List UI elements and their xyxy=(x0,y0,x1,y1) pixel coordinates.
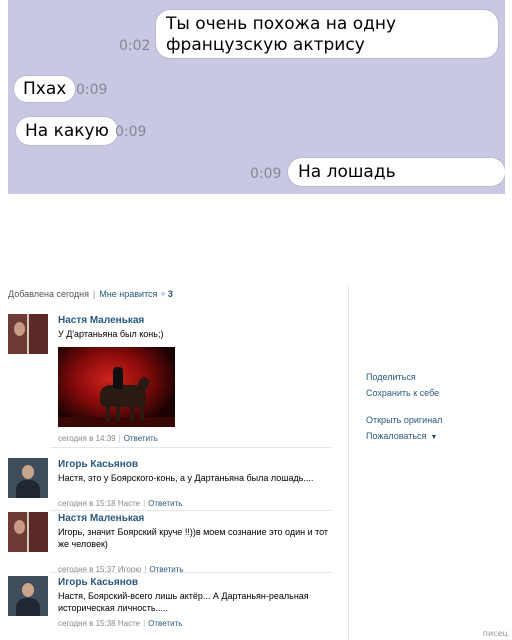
reply-link[interactable]: Ответить xyxy=(148,619,182,628)
comment-footer: сегодня в 15:18 Насте | Ответить xyxy=(58,499,183,508)
watermark: писец xyxy=(482,629,508,638)
message-time: 0:09 xyxy=(76,82,108,98)
comment-text: Настя, Боярский-всего лишь актёр... А Да… xyxy=(58,591,309,613)
comment-footer: сегодня в 14:39 | Ответить xyxy=(58,434,158,443)
post-meta: Добавлена сегодня | Мне нравится ♥ 3 xyxy=(8,289,173,299)
share-link[interactable]: Поделиться xyxy=(366,372,416,382)
comment-author[interactable]: Настя Маленькая xyxy=(58,513,144,524)
comment-reply-to[interactable]: Насте xyxy=(118,499,140,508)
comment-reply-to[interactable]: Насте xyxy=(118,619,140,628)
comment-date: сегодня в 15:38 xyxy=(58,619,116,628)
comment-author[interactable]: Настя Маленькая xyxy=(58,315,144,326)
open-original-link[interactable]: Открыть оригинал xyxy=(366,415,442,425)
chat-screenshot: Ты очень похожа на одну французскую актр… xyxy=(8,0,505,194)
comment-author[interactable]: Игорь Касьянов xyxy=(58,577,138,588)
added-date: Добавлена сегодня xyxy=(8,289,89,299)
save-link[interactable]: Сохранить к себе xyxy=(366,388,439,398)
report-link[interactable]: Пожаловаться ▼ xyxy=(366,431,437,441)
message-bubble: Ты очень похожа на одну французскую актр… xyxy=(156,10,498,58)
report-label[interactable]: Пожаловаться xyxy=(366,431,426,441)
message-bubble: На какую xyxy=(16,117,118,145)
message-time: 0:09 xyxy=(250,166,282,182)
avatar[interactable] xyxy=(8,576,48,616)
divider xyxy=(50,510,332,511)
message-time: 0:02 xyxy=(119,38,151,54)
comment-text: Игорь, значит Боярский круче !!))в моем … xyxy=(58,527,329,549)
avatar[interactable] xyxy=(8,314,48,354)
avatar[interactable] xyxy=(8,512,48,552)
divider xyxy=(50,572,332,573)
separator: | xyxy=(92,289,96,299)
like-count: 3 xyxy=(167,289,173,299)
heart-icon[interactable]: ♥ xyxy=(160,289,165,299)
social-post: Добавлена сегодня | Мне нравится ♥ 3 Настя М… xyxy=(0,280,512,640)
comment-footer: сегодня в 15:38 Насте | Ответить xyxy=(58,619,183,628)
like-button[interactable]: Мне нравится xyxy=(99,289,157,299)
reply-link[interactable]: Ответить xyxy=(124,434,158,443)
comment-text: У Д'артаньяна был конь;) xyxy=(58,329,164,339)
divider xyxy=(348,286,349,640)
message-bubble: Пхах xyxy=(14,76,76,102)
avatar[interactable] xyxy=(8,458,48,498)
attached-photo[interactable] xyxy=(58,347,175,427)
comment-date: сегодня в 14:39 xyxy=(58,434,116,443)
message-bubble: На лошадь дартаньяна xyxy=(288,158,505,194)
comment-date: сегодня в 15:18 xyxy=(58,499,116,508)
divider xyxy=(50,447,332,448)
chevron-down-icon[interactable]: ▼ xyxy=(430,434,437,441)
message-time: 0:09 xyxy=(115,124,147,140)
comment-author[interactable]: Игорь Касьянов xyxy=(58,459,138,470)
comment-text: Настя, это у Боярского-конь, а у Дартань… xyxy=(58,473,314,483)
reply-link[interactable]: Ответить xyxy=(148,499,182,508)
